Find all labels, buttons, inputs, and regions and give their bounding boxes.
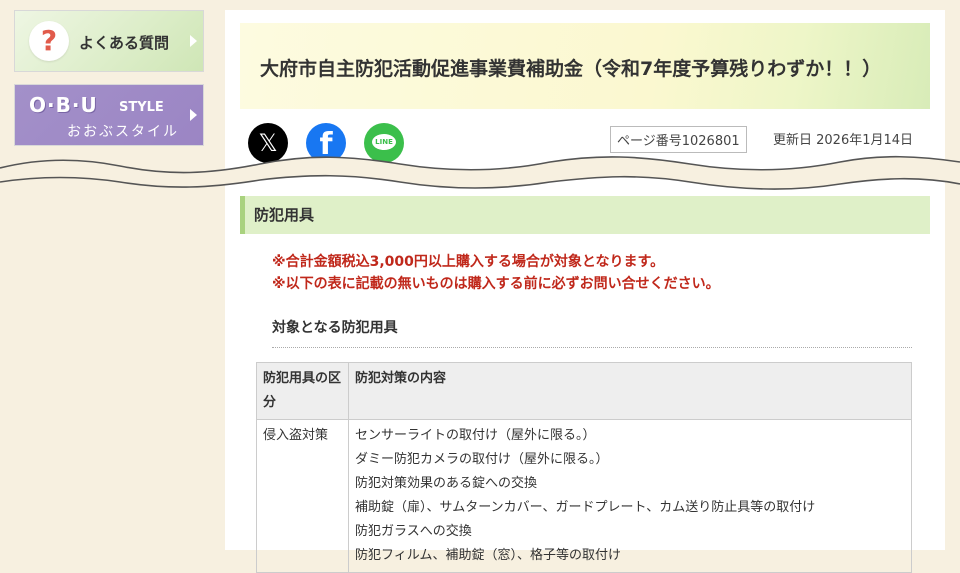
table-cell-items: センサーライトの取付け（屋外に限る。） ダミー防犯カメラの取付け（屋外に限る。）… — [348, 419, 912, 573]
arrow-right-icon — [190, 35, 197, 47]
table-row: 侵入盗対策 センサーライトの取付け（屋外に限る。） ダミー防犯カメラの取付け（屋… — [256, 419, 912, 573]
obu-style-banner[interactable]: O·B·U STYLE おおぶスタイル — [14, 84, 204, 146]
table-header-row: 防犯用具の区分 防犯対策の内容 — [256, 362, 912, 420]
crime-prevention-table: 防犯用具の区分 防犯対策の内容 侵入盗対策 センサーライトの取付け（屋外に限る。… — [256, 362, 912, 573]
notice-line: ※合計金額税込3,000円以上購入する場合が対象となります。 — [272, 254, 665, 270]
line-label: LINE — [372, 134, 396, 150]
list-item: センサーライトの取付け（屋外に限る。） — [355, 428, 596, 443]
page-title: 大府市自主防犯活動促進事業費補助金（令和7年度予算残りわずか！！） — [260, 58, 882, 80]
section-heading: 防犯用具 — [240, 196, 930, 234]
arrow-right-icon — [190, 109, 197, 121]
list-item: ダミー防犯カメラの取付け（屋外に限る。） — [355, 452, 609, 467]
table-cell-category: 侵入盗対策 — [256, 419, 349, 573]
title-box: 大府市自主防犯活動促進事業費補助金（令和7年度予算残りわずか！！） — [240, 23, 930, 109]
table-header-content: 防犯対策の内容 — [348, 362, 912, 420]
faq-banner[interactable]: ? よくある質問 — [14, 10, 204, 72]
list-item: 防犯対策効果のある錠への交換 — [355, 476, 538, 491]
page-number: ページ番号1026801 — [610, 126, 747, 153]
table-header-category: 防犯用具の区分 — [256, 362, 349, 420]
notice-text: ※合計金額税込3,000円以上購入する場合が対象となります。 ※以下の表に記載の… — [272, 251, 720, 295]
list-item: 防犯フィルム、補助錠（窓）、格子等の取付け — [355, 548, 621, 563]
obu-kana-text: おおぶスタイル — [67, 124, 179, 140]
list-item: 補助錠（扉）、サムターンカバー、ガードプレート、カム送り防止具等の取付け — [355, 500, 816, 515]
list-item: 防犯ガラスへの交換 — [355, 524, 472, 539]
updated-date: 更新日 2026年1月14日 — [773, 133, 914, 148]
notice-line: ※以下の表に記載の無いものは購入する前に必ずお問い合せください。 — [272, 276, 720, 292]
subheading: 対象となる防犯用具 — [272, 317, 912, 348]
faq-label: よくある質問 — [79, 34, 170, 52]
page-break-wave — [0, 155, 960, 190]
obu-style-text: STYLE — [119, 100, 164, 115]
main-content: 大府市自主防犯活動促進事業費補助金（令和7年度予算残りわずか！！） 𝕏 f LI… — [225, 10, 945, 573]
question-icon: ? — [29, 21, 69, 61]
obu-logo-text: O·B·U — [29, 93, 98, 117]
